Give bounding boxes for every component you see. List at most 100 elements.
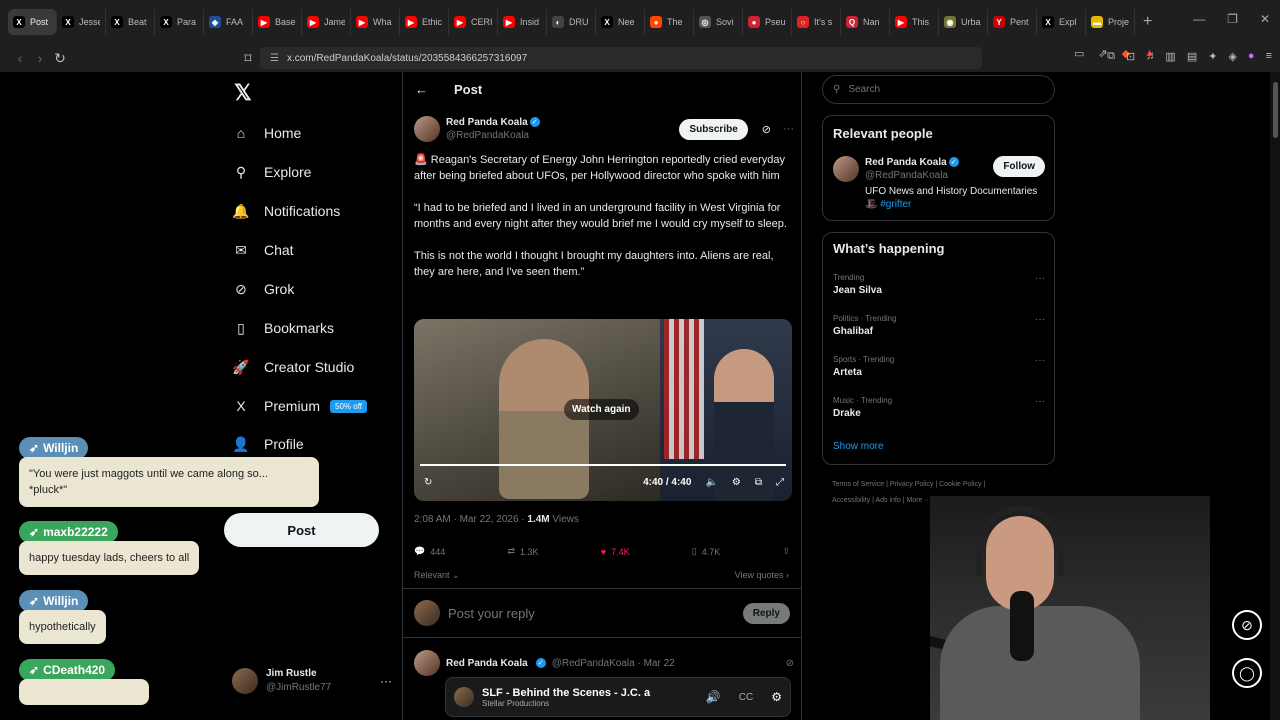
replay-icon[interactable]: ↻	[424, 477, 432, 488]
site-settings-icon[interactable]: ☰	[270, 53, 279, 64]
fullscreen-icon[interactable]: ⤢	[776, 477, 784, 488]
share-icon[interactable]: ⇧	[782, 546, 790, 557]
nav-item-explore[interactable]: ⚲ Explore	[232, 163, 312, 181]
browser-tab[interactable]: ○ It's s	[792, 9, 841, 35]
footer-line[interactable]: Terms of Service | Privacy Policy | Cook…	[832, 477, 1052, 493]
browser-tab[interactable]: X Para	[155, 9, 204, 35]
scrollbar-thumb[interactable]	[1273, 82, 1278, 138]
trend-item[interactable]: Sports · Trending Arteta ···	[833, 355, 1045, 378]
browser-tab[interactable]: X Post	[8, 9, 57, 35]
scrollbar[interactable]	[1270, 72, 1280, 720]
back-icon[interactable]: ‹	[10, 50, 30, 66]
browser-tab[interactable]: ▶ Ethic	[400, 9, 449, 35]
subscribe-button[interactable]: Subscribe	[679, 118, 748, 140]
nav-item-home[interactable]: ⌂ Home	[232, 124, 302, 142]
browser-tab[interactable]: ◆ FAA	[204, 9, 253, 35]
avatar[interactable]	[414, 650, 440, 676]
browser-tab[interactable]: X Expl	[1037, 9, 1086, 35]
more-icon[interactable]: ···	[1035, 273, 1045, 284]
pip-icon[interactable]: ⧉	[755, 477, 762, 488]
reply-input[interactable]: Post your reply	[448, 606, 535, 621]
settings-icon[interactable]: ⚙	[732, 477, 741, 488]
nav-item-creator-studio[interactable]: 🚀 Creator Studio	[232, 358, 354, 376]
reload-icon[interactable]: ↻	[50, 50, 70, 67]
address-bar[interactable]: ☰ x.com/RedPandaKoala/status/20355843662…	[260, 47, 1155, 69]
volume-icon[interactable]: 🔈	[705, 477, 717, 488]
nav-item-notifications[interactable]: 🔔 Notifications	[232, 202, 340, 220]
browser-tab[interactable]: ▶ CERI	[449, 9, 498, 35]
author-handle[interactable]: @RedPandaKoala	[446, 129, 540, 142]
settings-icon[interactable]: ⚙	[771, 690, 782, 704]
more-icon[interactable]: ···	[1035, 314, 1045, 325]
nav-item-premium[interactable]: X Premium 50% off	[232, 397, 367, 415]
menu-icon[interactable]: ≡	[1266, 50, 1272, 63]
repost-action[interactable]: ⇄ 1.3K	[507, 546, 538, 557]
embedded-video[interactable]: SLF - Behind the Scenes - J.C. a Stellar…	[445, 677, 791, 717]
close-window-icon[interactable]: ✕	[1260, 12, 1270, 26]
author-name[interactable]: Red Panda Koala	[446, 117, 528, 128]
bookmark-action[interactable]: ▯ 4.7K	[692, 546, 720, 557]
browser-tab[interactable]: ▶ Base	[253, 9, 302, 35]
nav-item-bookmarks[interactable]: ▯ Bookmarks	[232, 319, 334, 337]
browser-tab[interactable]: X Beat	[106, 9, 155, 35]
extensions-icon[interactable]: ⧉	[1107, 50, 1115, 63]
person-name[interactable]: Red Panda Koala	[865, 157, 947, 168]
captions-icon[interactable]: CC	[739, 692, 753, 703]
browser-tab[interactable]: ▶ Wha	[351, 9, 400, 35]
sort-replies[interactable]: Relevant ⌄	[414, 570, 460, 581]
browser-tab[interactable]: ◎ Sovi	[694, 9, 743, 35]
video-player[interactable]: Watch again ↻ 4:40 / 4:40 🔈 ⚙ ⧉ ⤢	[414, 319, 792, 501]
trend-item[interactable]: Trending Jean Silva ···	[833, 273, 1045, 296]
back-arrow-icon[interactable]: ←	[415, 82, 428, 97]
search-input[interactable]: ⚲ Search	[822, 75, 1055, 104]
avatar[interactable]	[833, 156, 859, 182]
relevant-person[interactable]: Red Panda Koala ✓ @RedPandaKoala UFO News…	[833, 156, 1045, 211]
grok-icon[interactable]: ⊘	[762, 123, 771, 136]
more-icon[interactable]: ···	[380, 674, 392, 688]
browser-tab[interactable]: ▬ Proje	[1086, 9, 1135, 35]
volume-icon[interactable]: 🔊	[706, 690, 721, 704]
browser-tab[interactable]: ▶ Jame	[302, 9, 351, 35]
leo-icon[interactable]: ✦	[1208, 50, 1217, 63]
forward-icon[interactable]: ›	[30, 50, 50, 66]
browser-tab[interactable]: ● The	[645, 9, 694, 35]
browser-tab[interactable]: ▶ Insid	[498, 9, 547, 35]
wallet-icon[interactable]: ▤	[1187, 50, 1197, 63]
nav-item-chat[interactable]: ✉ Chat	[232, 241, 293, 259]
hashtag-link[interactable]: #grifter	[880, 199, 911, 210]
watch-again-button[interactable]: Watch again	[564, 399, 639, 420]
browser-tab[interactable]: X Jesse	[57, 9, 106, 35]
show-more-link[interactable]: Show more	[833, 441, 884, 452]
browser-tab[interactable]: ◉ Urba	[939, 9, 988, 35]
video-progress-bar[interactable]	[420, 464, 786, 466]
view-quotes-link[interactable]: View quotes ›	[735, 570, 789, 580]
sidebar-icon[interactable]: ▥	[1165, 50, 1175, 63]
capture-icon[interactable]: ⊡	[1126, 50, 1135, 63]
follow-button[interactable]: Follow	[993, 156, 1045, 177]
browser-tab[interactable]: Y Pent	[988, 9, 1037, 35]
avatar[interactable]	[414, 116, 440, 142]
vpn-icon[interactable]: ◈	[1228, 50, 1236, 63]
more-icon[interactable]: ···	[1035, 355, 1045, 366]
minimize-icon[interactable]: —	[1193, 12, 1205, 26]
nav-item-grok[interactable]: ⊘ Grok	[232, 280, 294, 298]
more-icon[interactable]: ···	[1035, 396, 1045, 407]
music-icon[interactable]: ♫	[1146, 50, 1154, 63]
chat-bubble-icon[interactable]: ◯	[1232, 658, 1262, 688]
trend-item[interactable]: Music · Trending Drake ···	[833, 396, 1045, 419]
browser-tab[interactable]: Q Nan	[841, 9, 890, 35]
reply-item[interactable]: Red Panda Koala ✓ @RedPandaKoala · Mar 22…	[414, 650, 794, 676]
grok-icon[interactable]: ⊘	[1232, 610, 1262, 640]
screen-icon[interactable]: ▭	[1074, 47, 1084, 60]
reply-button[interactable]: Reply	[742, 602, 790, 624]
reply-author-handle[interactable]: @RedPandaKoala · Mar 22	[552, 658, 675, 669]
bookmark-icon[interactable]: ⌑	[238, 50, 258, 67]
post-timestamp[interactable]: 2:08 AM · Mar 22, 2026 ·	[414, 514, 527, 525]
maximize-icon[interactable]: ❐	[1227, 12, 1238, 26]
browser-tab[interactable]: ● Pseu	[743, 9, 792, 35]
more-icon[interactable]: ···	[783, 123, 794, 135]
reply-action[interactable]: 💬 444	[414, 546, 445, 557]
browser-tab[interactable]: ▶ This	[890, 9, 939, 35]
like-action[interactable]: ♥ 7.4K	[601, 546, 630, 557]
trend-item[interactable]: Politics · Trending Ghalibaf ···	[833, 314, 1045, 337]
